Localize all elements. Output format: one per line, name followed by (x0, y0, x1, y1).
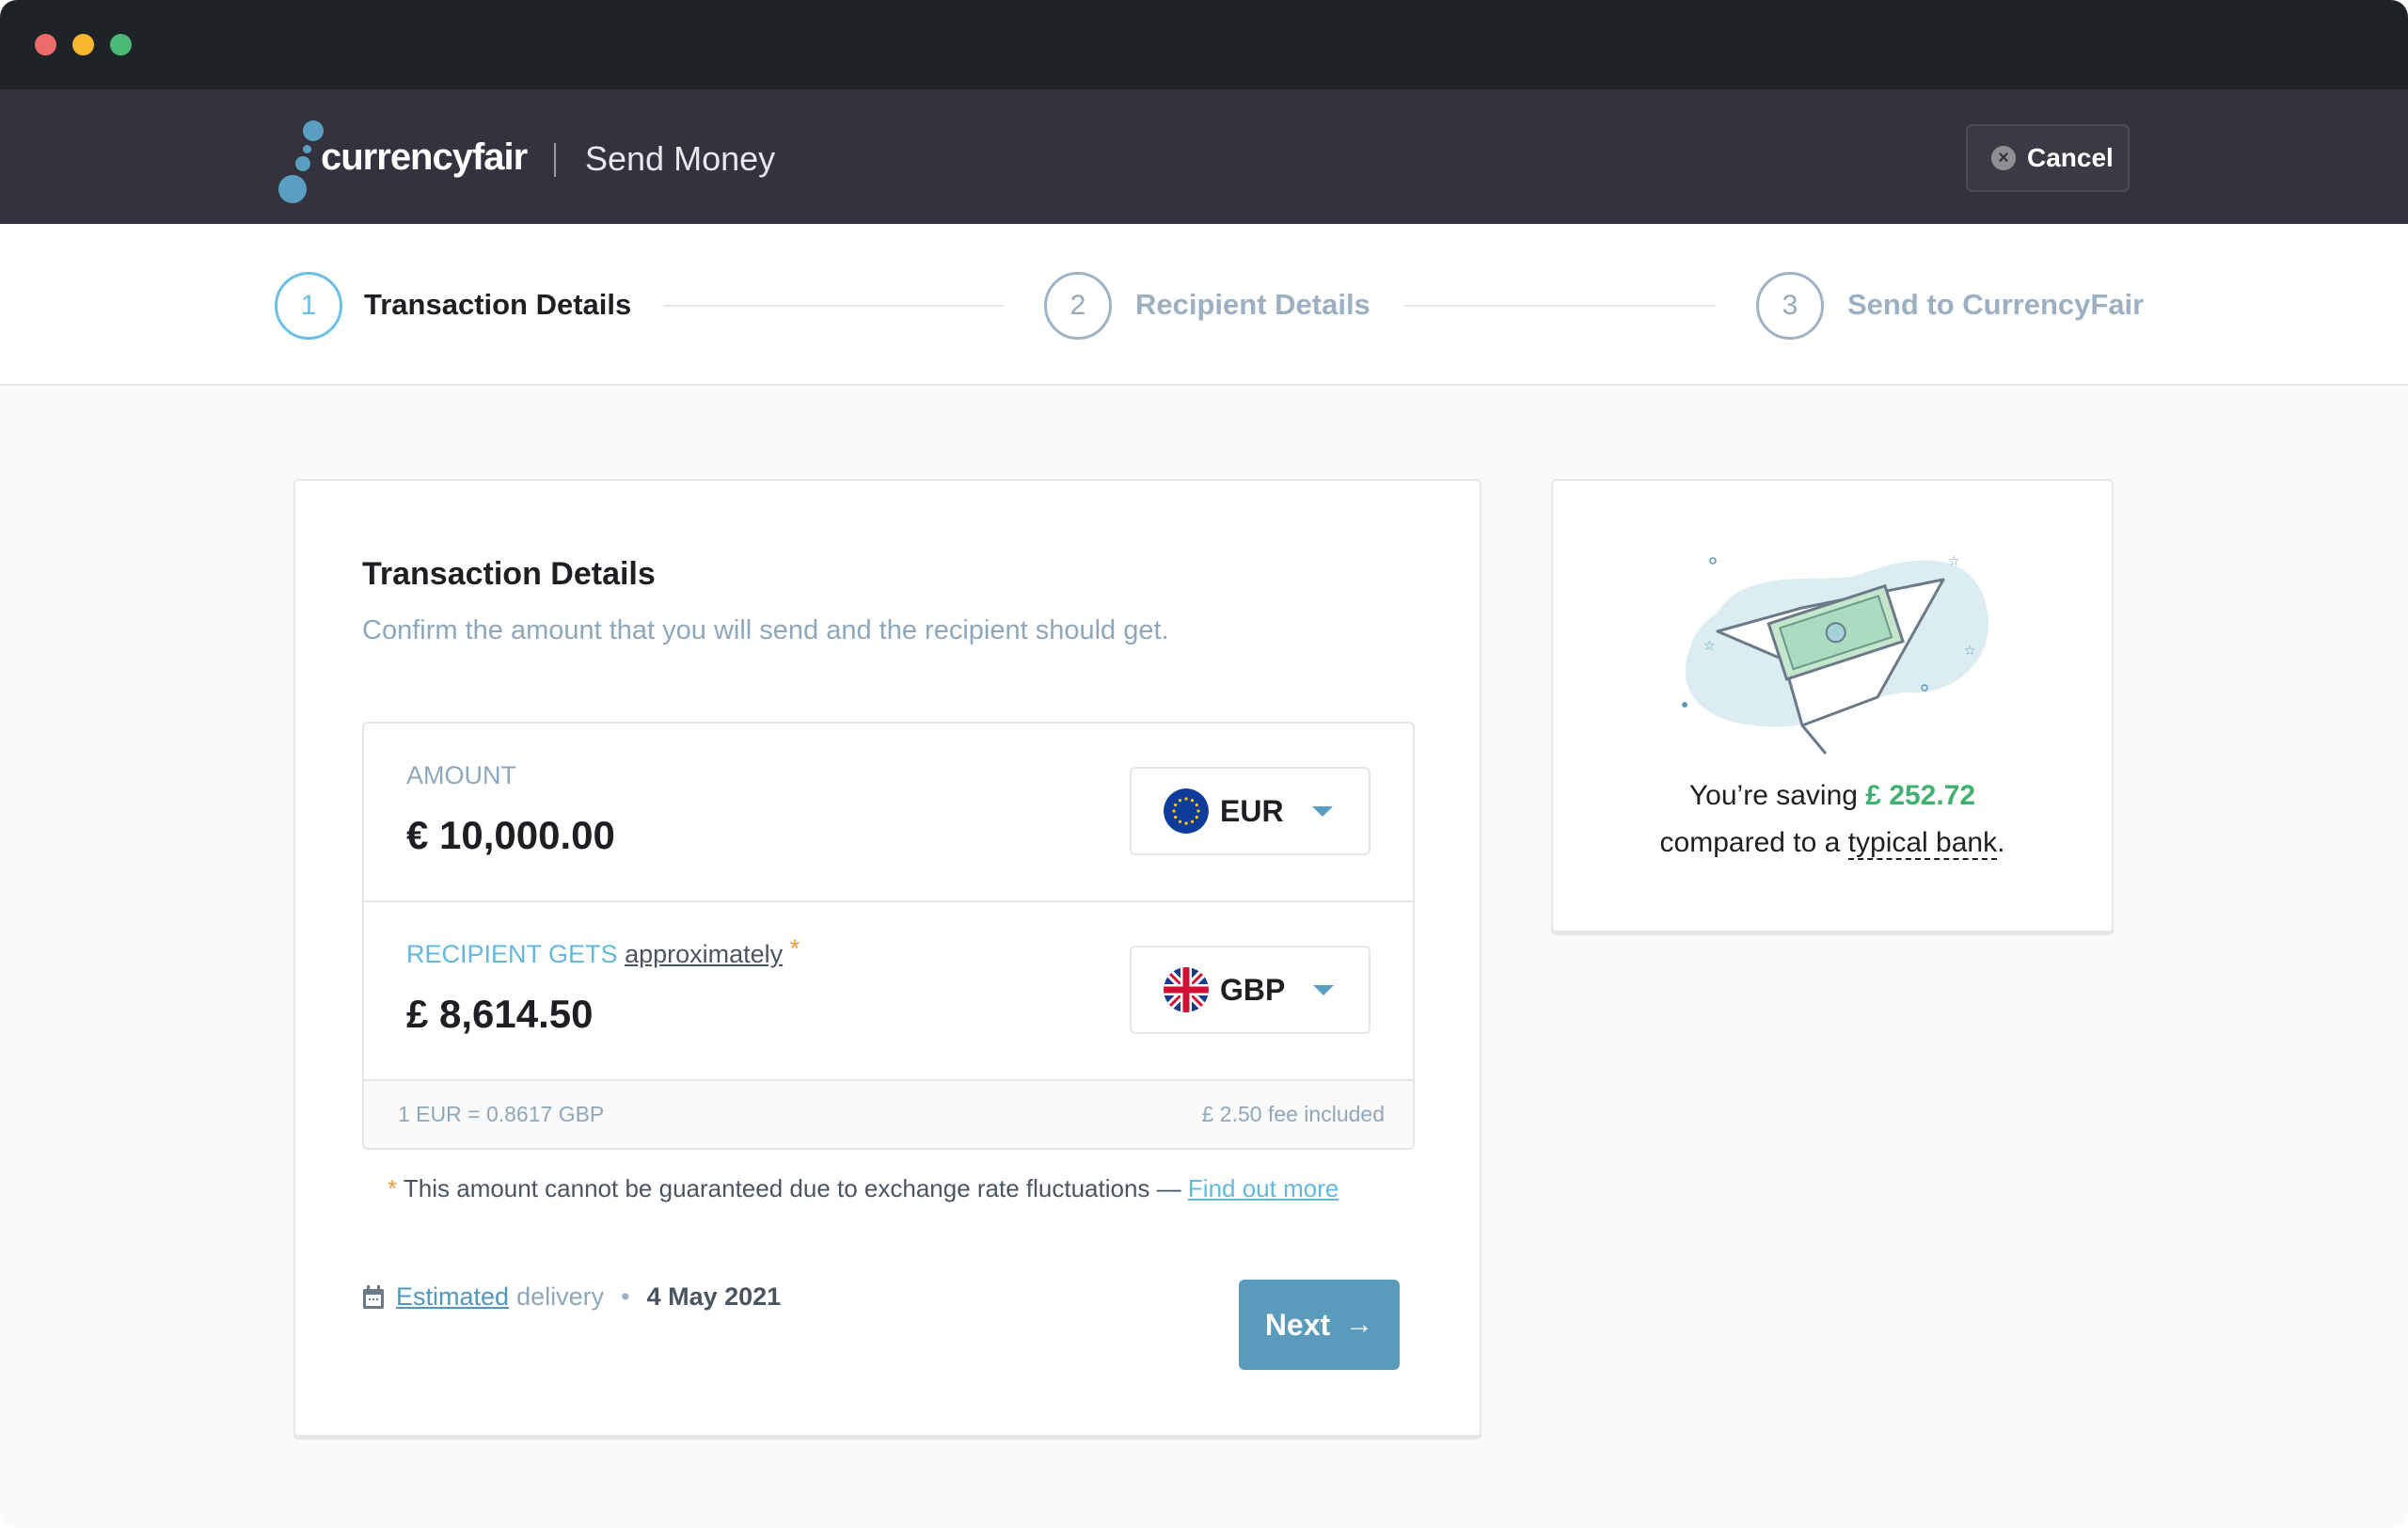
next-button[interactable]: Next → (1239, 1280, 1400, 1370)
section-subtitle: Confirm the amount that you will send an… (362, 615, 1169, 645)
chevron-down-icon (1313, 984, 1335, 995)
estimated-link[interactable]: Estimated (396, 1282, 509, 1312)
savings-line-2: compared to a typical bank. (1553, 827, 2112, 860)
estimated-delivery: Estimated delivery • 4 May 2021 (362, 1282, 781, 1312)
step-connector (1404, 305, 1716, 307)
maximize-window-button[interactable] (110, 34, 132, 56)
step-number: 3 (1782, 290, 1798, 321)
approximately-link[interactable]: approximately (625, 940, 783, 968)
title-bar (0, 0, 2408, 89)
svg-text:☆: ☆ (1703, 638, 1716, 653)
step-1-circle: 1 (275, 272, 342, 340)
delivery-date: 4 May 2021 (646, 1282, 782, 1311)
send-amount-row: AMOUNT € 10,000.00 EUR (364, 724, 1413, 902)
recipient-gets-text: RECIPIENT GETS (406, 940, 618, 968)
amount-input[interactable]: € 10,000.00 (406, 813, 615, 858)
next-label: Next (1264, 1307, 1331, 1342)
calendar-icon (363, 1284, 384, 1309)
asterisk-marker: * (388, 1174, 398, 1202)
step-number: 1 (300, 290, 317, 321)
paper-plane-money-illustration: ☆ ☆ ☆ (1682, 553, 1989, 755)
chevron-down-icon (1311, 805, 1333, 817)
step-number: 2 (1069, 290, 1086, 321)
cancel-label: Cancel (2027, 143, 2114, 172)
eu-flag-icon (1164, 788, 1209, 834)
send-currency-select[interactable]: EUR (1130, 767, 1370, 855)
currency-code: GBP (1220, 972, 1286, 1007)
period: . (1997, 827, 2005, 858)
currency-code: EUR (1220, 793, 1284, 828)
amount-box: AMOUNT € 10,000.00 EUR RECIPIENT GETS ap… (362, 722, 1415, 1150)
brand-name[interactable]: currencyfair (321, 136, 528, 179)
exchange-rate: 1 EUR = 0.8617 GBP (398, 1102, 605, 1126)
find-out-more-link[interactable]: Find out more (1188, 1174, 1339, 1202)
step-3-circle: 3 (1756, 272, 1824, 340)
fee-included: £ 2.50 fee included (1201, 1102, 1385, 1126)
step-progress: 1 Transaction Details 2 Recipient Detail… (0, 224, 2408, 386)
delivery-text: delivery (516, 1282, 605, 1311)
receive-currency-select[interactable]: GBP (1130, 946, 1370, 1034)
asterisk-marker: * (789, 934, 800, 963)
recipient-gets-label: RECIPIENT GETS approximately * (406, 934, 800, 969)
transaction-details-card: Transaction Details Confirm the amount t… (293, 479, 1481, 1437)
savings-line-1: You’re saving £ 252.72 (1553, 780, 2112, 812)
cancel-button[interactable]: × Cancel (1966, 124, 2130, 192)
step-2-circle: 2 (1044, 272, 1112, 340)
rate-fee-row: 1 EUR = 0.8617 GBP £ 2.50 fee included (364, 1081, 1413, 1148)
close-circle-icon: × (1991, 146, 2016, 170)
minimize-window-button[interactable] (72, 34, 94, 56)
svg-text:☆: ☆ (1948, 553, 1960, 568)
uk-flag-icon (1164, 967, 1209, 1012)
disclaimer-text: This amount cannot be guaranteed due to … (403, 1174, 1181, 1202)
separator-dot: • (621, 1282, 630, 1311)
receive-amount-row: RECIPIENT GETS approximately * £ 8,614.5… (364, 902, 1413, 1081)
savings-compare-text: compared to a (1659, 827, 1841, 858)
savings-card: ☆ ☆ ☆ You’re saving £ 252.72 compared to… (1551, 479, 2114, 932)
header-divider (554, 143, 556, 177)
arrow-right-icon: → (1345, 1309, 1374, 1340)
recipient-amount-input[interactable]: £ 8,614.50 (406, 992, 594, 1037)
amount-label: AMOUNT (406, 761, 516, 789)
step-3-label: Send to CurrencyFair (1847, 288, 2145, 321)
step-1-label: Transaction Details (364, 288, 632, 321)
step-connector (663, 305, 1004, 307)
typical-bank-tooltip[interactable]: typical bank (1847, 827, 1998, 860)
savings-prefix: You’re saving (1688, 780, 1858, 811)
svg-text:☆: ☆ (1964, 643, 1976, 658)
section-title: Transaction Details (362, 556, 656, 592)
close-window-button[interactable] (35, 34, 56, 56)
step-2-label: Recipient Details (1135, 288, 1370, 321)
page-title: Send Money (585, 139, 776, 178)
app-window: currencyfair Send Money × Cancel 1 Trans… (0, 0, 2408, 1528)
rate-disclaimer: * This amount cannot be guaranteed due t… (388, 1174, 1339, 1203)
savings-amount: £ 252.72 (1865, 780, 1976, 811)
